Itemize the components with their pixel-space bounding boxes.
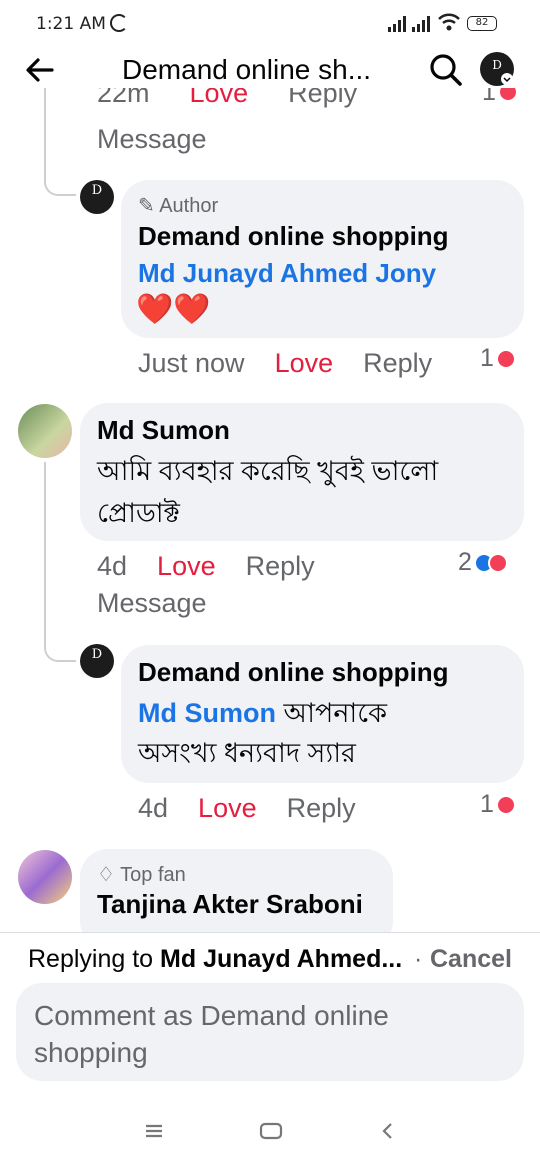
- reaction-count[interactable]: 2: [458, 548, 508, 577]
- love-button[interactable]: Love: [198, 793, 257, 824]
- replying-to-label: Replying to Md Junayd Ahmed...: [28, 945, 403, 973]
- heart-reaction-icon: [497, 88, 518, 102]
- comment-time: Just now: [138, 348, 245, 378]
- commenter-name[interactable]: Tanjina Akter Sraboni: [97, 889, 363, 920]
- back-nav-icon[interactable]: [373, 1118, 403, 1144]
- top-fan-badge: ♢ Top fan: [97, 864, 186, 886]
- comment-bubble: ✎ Author Demand online shopping Md Junay…: [121, 180, 524, 338]
- author-badge: ✎ Author: [138, 195, 219, 217]
- comment-actions: 4d Love Reply: [138, 793, 356, 824]
- thread-connector: [44, 626, 76, 662]
- reply-button[interactable]: Reply: [246, 551, 315, 582]
- comment-body: আমি ব্যবহার করেছি খুবই ভালো: [97, 456, 439, 486]
- message-link[interactable]: Message: [97, 588, 207, 619]
- commenter-name[interactable]: Demand online shopping: [138, 657, 449, 688]
- commenter-name[interactable]: Demand online shopping: [138, 221, 449, 252]
- reaction-count[interactable]: 1: [482, 88, 518, 108]
- message-link[interactable]: Message: [97, 124, 207, 155]
- love-button[interactable]: Love: [190, 88, 249, 109]
- status-time: 1:21 AM: [36, 14, 106, 34]
- comment-body: অসংখ্য ধন্যবাদ স্যার: [138, 738, 356, 768]
- separator-dot: ·: [414, 945, 423, 973]
- reply-target-name: Md Junayd Ahmed...: [160, 945, 403, 973]
- menu-nav-icon[interactable]: [139, 1118, 169, 1144]
- love-button[interactable]: Love: [275, 348, 334, 379]
- battery-indicator: 82: [467, 16, 497, 31]
- back-arrow-icon[interactable]: [22, 52, 58, 88]
- commenter-avatar[interactable]: D: [80, 180, 114, 214]
- comment-time: 4d: [138, 793, 169, 823]
- system-nav-bar: [0, 1100, 540, 1170]
- heart-reaction-icon: [495, 348, 516, 369]
- commenter-avatar[interactable]: [18, 404, 72, 458]
- reply-button[interactable]: Reply: [288, 88, 357, 109]
- reaction-count[interactable]: 1: [480, 344, 516, 373]
- thread-line: [44, 462, 46, 632]
- reply-button[interactable]: Reply: [363, 348, 432, 379]
- thread-connector: [44, 160, 76, 196]
- comment-actions: 4d Love Reply: [97, 551, 315, 582]
- diamond-icon: ♢: [97, 864, 115, 886]
- cancel-reply-button[interactable]: Cancel: [430, 945, 512, 974]
- comment-input[interactable]: Comment as Demand online shopping: [16, 983, 524, 1081]
- commenter-avatar[interactable]: [18, 850, 72, 904]
- love-button[interactable]: Love: [157, 551, 216, 582]
- comment-bubble: Md Sumon আমি ব্যবহার করেছি খুবই ভালো প্র…: [80, 403, 524, 541]
- pencil-icon: ✎: [138, 195, 155, 217]
- comment-time: 22m: [97, 88, 150, 108]
- mention-link[interactable]: Md Junayd Ahmed Jony: [138, 258, 436, 289]
- home-nav-icon[interactable]: [256, 1118, 286, 1144]
- thread-line: [44, 88, 46, 168]
- comment-actions: Just now Love Reply: [138, 348, 432, 379]
- search-icon[interactable]: [428, 52, 464, 88]
- comment-body-emoji: ❤️❤️: [136, 292, 211, 327]
- page-title: Demand online sh...: [122, 54, 372, 85]
- comment-body: আপনাকে: [283, 698, 388, 728]
- signal-icon: [388, 16, 430, 32]
- comment-time: 4d: [97, 551, 128, 581]
- heart-reaction-icon: [495, 794, 516, 815]
- status-bar: 1:21 AM 82: [0, 0, 540, 48]
- commenter-name[interactable]: Md Sumon: [97, 415, 230, 446]
- commenter-avatar[interactable]: D: [80, 644, 114, 678]
- comment-body: প্রোডাক্ট: [97, 498, 180, 528]
- sync-icon: [110, 14, 128, 32]
- mention-link[interactable]: Md Sumon: [138, 698, 276, 728]
- heart-reaction-icon: [487, 552, 508, 573]
- wifi-icon: [438, 13, 460, 31]
- reply-button[interactable]: Reply: [287, 793, 356, 824]
- comment-bubble: Demand online shopping Md Sumon আপনাকে অ…: [121, 645, 524, 783]
- reaction-count[interactable]: 1: [480, 790, 516, 819]
- svg-text:D: D: [492, 58, 502, 72]
- profile-avatar[interactable]: D: [480, 52, 514, 86]
